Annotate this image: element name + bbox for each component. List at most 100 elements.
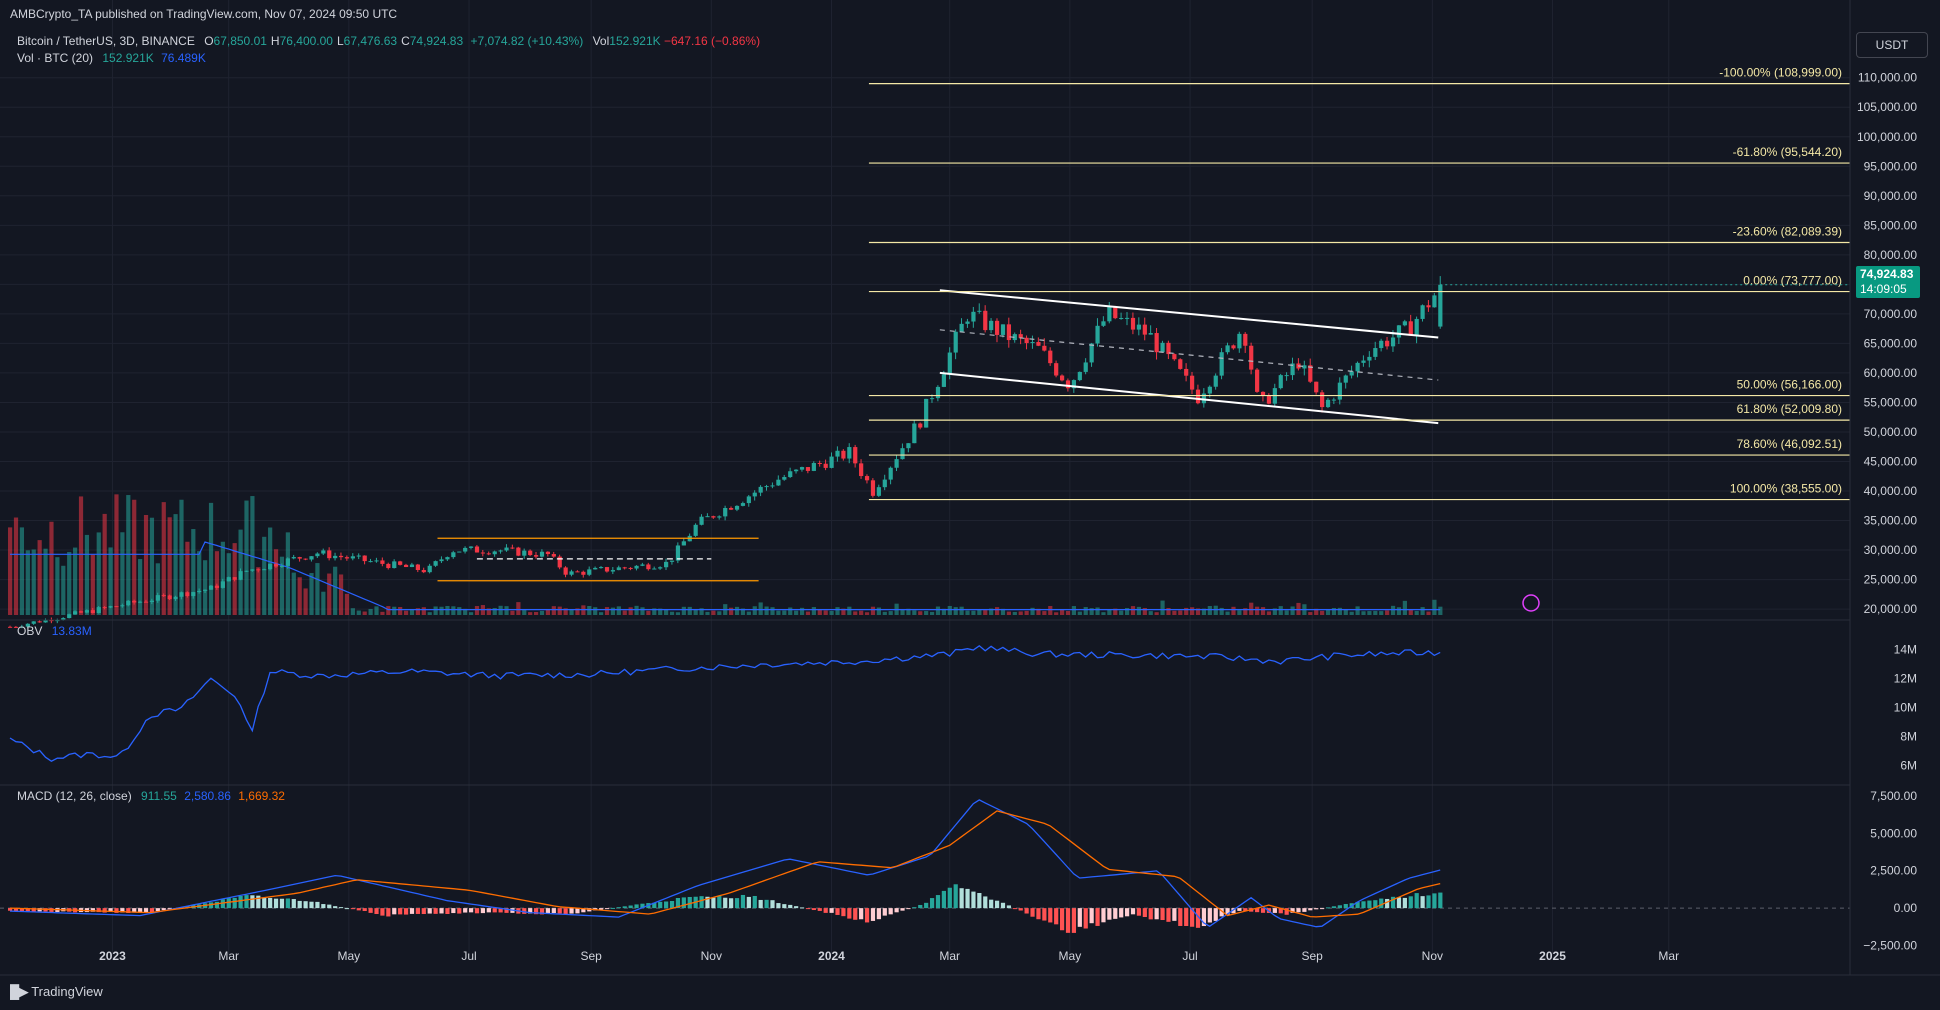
volume-bar xyxy=(226,553,231,615)
candle-body xyxy=(1355,362,1360,372)
macd-histogram-bar xyxy=(1095,908,1100,926)
volume-bar xyxy=(516,602,521,615)
candle-body xyxy=(1278,375,1283,389)
macd-histogram-bar xyxy=(776,903,781,909)
candle-body xyxy=(610,570,616,572)
candle-body xyxy=(640,564,645,566)
candle-body xyxy=(604,567,610,572)
volume-bar xyxy=(1048,606,1053,615)
x-tick-label: May xyxy=(1059,949,1082,963)
candle-body xyxy=(1361,360,1366,363)
candle-body xyxy=(1006,324,1012,341)
candle-body xyxy=(864,476,870,481)
main-panel: -100.00% (108,999.00) -61.80% (95,544.20)… xyxy=(8,66,1850,629)
candle-body xyxy=(179,592,184,597)
candle-body xyxy=(918,423,923,428)
candle-body xyxy=(563,567,568,575)
macd-histogram-bar xyxy=(315,901,320,909)
volume-bar xyxy=(197,551,202,615)
candle-body xyxy=(161,595,166,597)
macd-histogram-bar xyxy=(1402,897,1407,909)
macd-histogram-bar xyxy=(427,908,432,914)
volume-bar xyxy=(1213,605,1218,615)
tradingview-logo[interactable]: █▶ TradingView xyxy=(10,984,103,1000)
symbol-name[interactable]: Bitcoin / TetherUS, 3D, BINANCE xyxy=(17,34,195,48)
volume-bar xyxy=(498,605,503,615)
volume-bar xyxy=(1390,605,1396,615)
candle-body xyxy=(297,557,302,559)
macd-legend[interactable]: MACD (12, 26, close) 911.55 2,580.86 1,6… xyxy=(17,789,285,803)
macd-histogram-bar xyxy=(386,908,391,917)
volume-indicator-legend[interactable]: Vol · BTC (20) 152.921K 76.489K xyxy=(17,51,206,65)
candle-body xyxy=(362,555,367,562)
candle-body xyxy=(652,568,657,570)
candle-body xyxy=(888,467,893,480)
macd-histogram-bar xyxy=(398,908,403,915)
volume-bar xyxy=(1095,607,1100,615)
last-price-value: 74,924.83 xyxy=(1860,267,1914,281)
volume-bar xyxy=(350,608,355,615)
volume-bar xyxy=(929,611,935,615)
price-chart[interactable]: -100.00% (108,999.00) -61.80% (95,544.20)… xyxy=(0,0,1940,1010)
candle-body xyxy=(232,577,237,580)
obv-legend[interactable]: OBV 13.83M xyxy=(17,624,92,638)
volume-bar xyxy=(1385,610,1390,615)
candle-body xyxy=(386,563,391,569)
candle-body xyxy=(1119,317,1124,319)
volume-bar xyxy=(315,563,320,615)
macd-histogram-bar xyxy=(752,895,757,909)
volume-indicator-value: 152.921K xyxy=(102,51,154,65)
candle-body xyxy=(1367,356,1372,361)
volume-bar xyxy=(344,593,350,615)
candle-body xyxy=(409,564,415,568)
macd-histogram-bar xyxy=(1000,902,1006,909)
volume-bar xyxy=(811,607,816,615)
macd-label[interactable]: MACD (12, 26, close) xyxy=(17,789,132,803)
macd-histogram-bar xyxy=(717,895,722,909)
candle-body xyxy=(906,443,911,449)
x-tick-label: Mar xyxy=(1658,949,1679,963)
candle-body xyxy=(398,561,403,565)
x-tick-label: Sep xyxy=(580,949,602,963)
candle-body xyxy=(699,516,704,525)
candle-body xyxy=(847,447,852,459)
candle-body xyxy=(729,508,734,510)
candle-body xyxy=(143,601,149,603)
macd-histogram-bar xyxy=(823,908,828,913)
currency-button[interactable]: USDT xyxy=(1856,32,1928,58)
macd-y-tick-label: −2,500.00 xyxy=(1863,939,1917,953)
candle-body xyxy=(823,463,828,468)
obv-value: 13.83M xyxy=(51,624,92,638)
candle-body xyxy=(1337,382,1342,400)
y-tick-label: 85,000.00 xyxy=(1864,218,1918,232)
volume-bar xyxy=(859,610,864,615)
candle-body xyxy=(1408,321,1413,336)
macd-histogram-bar xyxy=(1379,898,1384,909)
symbol-legend[interactable]: Bitcoin / TetherUS, 3D, BINANCE O67,850.… xyxy=(17,34,760,48)
volume-bar xyxy=(557,606,562,615)
ohlc-value: 76,400.00 xyxy=(279,34,333,48)
obv-label[interactable]: OBV xyxy=(17,624,42,638)
volume-bar xyxy=(953,607,958,615)
macd-histogram-bar xyxy=(1207,908,1212,923)
volume-bar xyxy=(120,532,125,615)
obv-y-tick-label: 12M xyxy=(1894,672,1917,686)
macd-histogram-bar xyxy=(1107,908,1112,920)
candle-body xyxy=(1136,324,1142,330)
macd-histogram-bar xyxy=(1077,908,1082,927)
candle-body xyxy=(1142,324,1147,335)
macd-histogram-bar xyxy=(746,896,751,909)
candle-body xyxy=(439,559,444,562)
volume-bar xyxy=(1284,610,1289,615)
volume-bar xyxy=(61,565,66,615)
volume-bar xyxy=(528,612,533,615)
candle-body xyxy=(309,556,314,560)
macd-histogram-bar xyxy=(1408,896,1413,909)
macd-histogram-bar xyxy=(711,897,716,909)
macd-histogram-bar xyxy=(971,891,976,909)
macd-histogram-bar xyxy=(894,908,899,913)
macd-histogram-bar xyxy=(788,904,793,909)
macd-histogram-bar xyxy=(1414,893,1419,909)
macd-histogram-bar xyxy=(918,904,923,909)
volume-indicator-label[interactable]: Vol · BTC (20) xyxy=(17,51,93,65)
